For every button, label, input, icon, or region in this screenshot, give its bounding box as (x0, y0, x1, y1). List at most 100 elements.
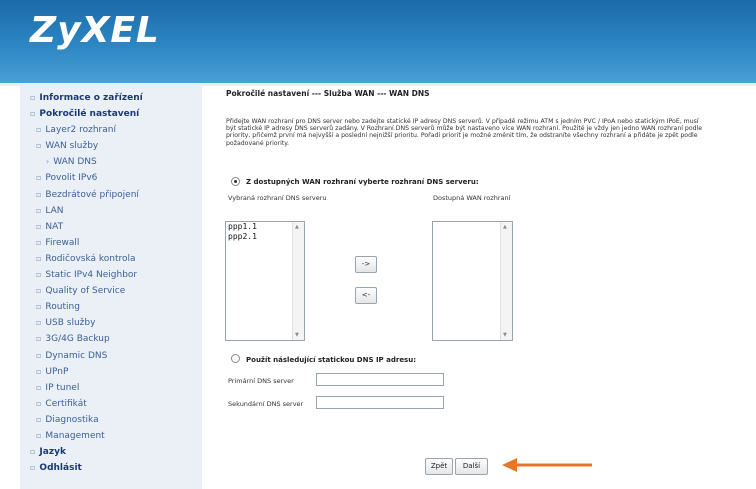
sidebar-item-routing[interactable]: ▫ Routing (30, 299, 143, 315)
sidebar-item-ip-tunel[interactable]: ▫ IP tunel (30, 380, 143, 396)
sidebar-item-label: UPnP (45, 366, 69, 377)
sidebar-item-label: Layer2 rozhraní (45, 125, 116, 136)
sidebar-item-label: LAN (45, 205, 64, 216)
bullet-icon: ▫ (36, 398, 42, 408)
sidebar-item-label: NAT (45, 221, 64, 232)
sidebar-item-informace-o-zarizeni[interactable]: ▫ Informace o zařízení (30, 90, 143, 106)
bullet-icon: ▫ (30, 109, 36, 119)
sidebar-item-label: Informace o zařízení (39, 93, 143, 103)
bullet-icon: ▫ (36, 141, 42, 151)
sidebar-menu: ▫ Informace o zařízení ▫ Pokročilé nastaven… (30, 90, 143, 476)
available-list-label: Dostupná WAN rozhraní (433, 194, 511, 202)
bullet-icon: ▫ (30, 93, 36, 102)
page-title: Pokročilé nastavení --- Služba WAN --- W… (226, 89, 430, 98)
sidebar-item-label: Rodičovská kontrola (45, 253, 136, 264)
sidebar-item-bezdratove-pripojeni[interactable]: ▫ Bezdrátové připojení (30, 187, 143, 203)
sidebar-item-pokrocile-nastaveni[interactable]: ▫ Pokročilé nastavení (30, 106, 143, 122)
bullet-icon: ▫ (36, 318, 42, 328)
sidebar-item-jazyk[interactable]: ▫ Jazyk (30, 444, 143, 460)
radio-static-dns[interactable] (231, 354, 240, 363)
pointer-arrow-icon (502, 458, 592, 472)
header-banner: ZyXEL (0, 0, 756, 83)
sidebar-item-label: Management (45, 430, 105, 441)
bullet-icon: ▫ (36, 430, 42, 440)
scrollbar[interactable]: ▲ ▼ (500, 222, 512, 340)
scroll-up-icon[interactable]: ▲ (295, 224, 299, 230)
bullet-icon: ▫ (36, 237, 42, 247)
sidebar-item-label: Routing (45, 302, 80, 313)
secondary-dns-label: Sekundární DNS server (228, 400, 304, 408)
sidebar-item-label: WAN služby (45, 141, 99, 152)
sidebar-item-label: Quality of Service (45, 286, 126, 297)
bullet-icon: ▫ (36, 382, 42, 392)
selected-dns-interfaces-list[interactable]: ppp1.1 ppp2.1 ▲ ▼ (225, 221, 305, 341)
bullet-icon: ▫ (36, 253, 42, 263)
sidebar-item-quality-of-service[interactable]: ▫ Quality of Service (30, 283, 143, 299)
sidebar-item-label: Bezdrátové připojení (45, 189, 139, 200)
sidebar-item-label: Dynamic DNS (45, 350, 108, 361)
radio-dynamic-dns[interactable] (231, 177, 240, 186)
sidebar-item-usb-sluzby[interactable]: ▫ USB služby (30, 315, 143, 331)
next-button[interactable]: Další (455, 458, 488, 475)
scroll-down-icon[interactable]: ▼ (295, 332, 299, 338)
bullet-icon: ▫ (36, 366, 42, 376)
sidebar-item-rodicovska-kontrola[interactable]: ▫ Rodičovská kontrola (30, 251, 143, 267)
sidebar-item-povolit-ipv6[interactable]: ▫ Povolit IPv6 (30, 170, 143, 186)
sidebar-item-label: Pokročilé nastavení (39, 109, 140, 120)
sidebar-item-static-ipv4-neighbor[interactable]: ▫ Static IPv4 Neighbor (30, 267, 143, 283)
bullet-icon: ▫ (36, 270, 42, 280)
sidebar-item-label: Povolit IPv6 (45, 173, 98, 184)
sidebar-item-diagnostika[interactable]: ▫ Diagnostika (30, 412, 143, 428)
sidebar-item-dynamic-dns[interactable]: ▫ Dynamic DNS (30, 348, 143, 364)
sidebar-item-nat[interactable]: ▫ NAT (30, 219, 143, 235)
move-right-button[interactable]: -> (355, 256, 377, 273)
scrollbar[interactable]: ▲ ▼ (292, 222, 304, 340)
sidebar-item-label: USB služby (45, 318, 96, 329)
sidebar-item-layer2-rozhrani[interactable]: ▫ Layer2 rozhraní (30, 122, 143, 138)
sidebar-item-label: WAN DNS (53, 157, 97, 168)
sidebar-item-label: Static IPv4 Neighbor (45, 270, 138, 281)
radio-dynamic-dns-label: Z dostupných WAN rozhraní vyberte rozhra… (246, 178, 479, 186)
move-left-button[interactable]: <- (355, 287, 377, 304)
bullet-icon: ▫ (30, 447, 36, 457)
sidebar-item-wan-sluzby[interactable]: ▫ WAN služby (30, 138, 143, 154)
bullet-icon: › (46, 157, 50, 167)
radio-static-dns-label: Použít následující statickou DNS IP adre… (246, 356, 417, 364)
sidebar-item-odhlasit[interactable]: ▫ Odhlásit (30, 460, 143, 476)
scroll-up-icon[interactable]: ▲ (503, 224, 507, 230)
sidebar-item-wan-dns[interactable]: › WAN DNS (30, 154, 143, 170)
sidebar-item-label: Diagnostika (45, 414, 99, 425)
zyxel-logo: ZyXEL (30, 10, 160, 51)
bullet-icon: ▫ (30, 463, 36, 473)
sidebar-item-label: Odhlásit (39, 463, 82, 474)
bullet-icon: ▫ (36, 302, 42, 312)
primary-dns-input[interactable] (316, 373, 444, 386)
bullet-icon: ▫ (36, 221, 42, 231)
bullet-icon: ▫ (36, 286, 42, 296)
sidebar-item-certifikat[interactable]: ▫ Certifikát (30, 396, 143, 412)
sidebar-item-label: Jazyk (39, 447, 66, 458)
back-button[interactable]: Zpět (425, 458, 453, 475)
scroll-down-icon[interactable]: ▼ (503, 332, 507, 338)
page-description: Přidejte WAN rozhraní pro DNS server neb… (226, 118, 703, 147)
bullet-icon: ▫ (36, 189, 42, 199)
sidebar-item-upnp[interactable]: ▫ UPnP (30, 364, 143, 380)
bullet-icon: ▫ (36, 414, 42, 424)
available-wan-interfaces-list[interactable]: ▲ ▼ (432, 221, 513, 341)
sidebar-item-label: 3G/4G Backup (45, 334, 110, 345)
sidebar-item-management[interactable]: ▫ Management (30, 428, 143, 444)
sidebar-item-firewall[interactable]: ▫ Firewall (30, 235, 143, 251)
selected-list-label: Vybraná rozhraní DNS serveru (228, 194, 327, 202)
primary-dns-label: Primární DNS server (228, 377, 294, 385)
sidebar-item-label: IP tunel (45, 382, 80, 393)
secondary-dns-input[interactable] (316, 396, 444, 409)
bullet-icon: ▫ (36, 205, 42, 215)
sidebar-item-lan[interactable]: ▫ LAN (30, 203, 143, 219)
bullet-icon: ▫ (36, 173, 42, 183)
bullet-icon: ▫ (36, 125, 42, 135)
sidebar-item-label: Firewall (45, 237, 80, 248)
sidebar-item-label: Certifikát (45, 398, 87, 409)
bullet-icon: ▫ (36, 350, 42, 360)
bullet-icon: ▫ (36, 334, 42, 344)
sidebar-item-3g-4g-backup[interactable]: ▫ 3G/4G Backup (30, 331, 143, 347)
